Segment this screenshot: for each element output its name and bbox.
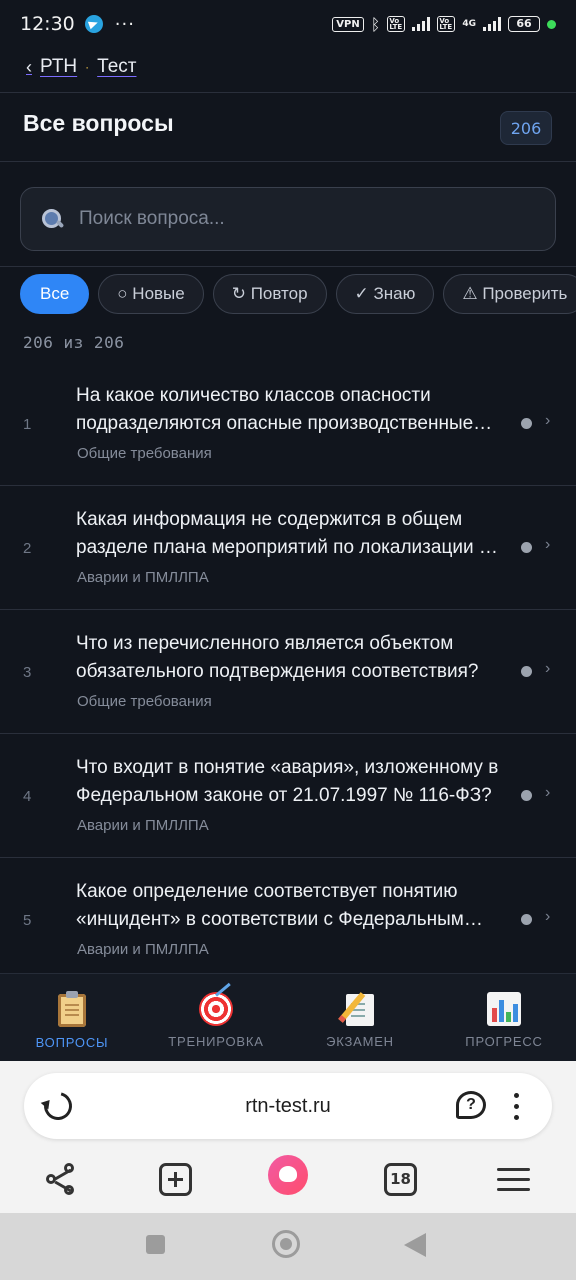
nav-label: ТРЕНИРОВКА [168, 1034, 264, 1049]
browser-toolbar: 18 [0, 1153, 576, 1209]
question-number: 1 [23, 415, 32, 433]
memo-icon [346, 994, 374, 1026]
question-row[interactable]: 2 Какая информация не содержится в общем… [0, 486, 576, 610]
target-icon [199, 992, 233, 1026]
tabs-count-icon[interactable]: 18 [384, 1163, 417, 1196]
share-icon[interactable] [46, 1163, 78, 1195]
signal-icon [412, 17, 431, 31]
volte-icon: Vo LTE [387, 16, 406, 32]
question-number: 4 [23, 787, 32, 805]
nav-exam[interactable]: ЭКЗАМЕН [288, 974, 432, 1061]
question-row[interactable]: 1 На какое количество классов опасности … [0, 362, 576, 486]
question-category: Аварии и ПМЛЛПА [77, 941, 209, 958]
filter-chips: Все ○ Новые ↻ Повтор ✓ Знаю ⚠ Проверить [20, 274, 576, 314]
breadcrumb-separator: · [85, 60, 90, 74]
filter-new-chip[interactable]: ○ Новые [98, 274, 204, 314]
new-tab-icon[interactable] [159, 1163, 192, 1196]
ai-assistant-icon[interactable]: ? [456, 1091, 486, 1119]
divider [0, 161, 576, 162]
status-dot-icon [521, 790, 532, 801]
question-text: Какое определение соответствует понятию … [76, 881, 464, 930]
nav-questions[interactable]: ВОПРОСЫ [0, 974, 144, 1061]
status-dot-icon [521, 542, 532, 553]
question-number: 3 [23, 663, 32, 681]
vpn-icon: VPN [332, 16, 364, 32]
breadcrumb-parent-link[interactable]: РТН [40, 56, 77, 78]
question-text: Что из перечисленного является объектом … [76, 633, 479, 682]
nav-progress[interactable]: ПРОГРЕСС [432, 974, 576, 1061]
question-row[interactable]: 4 Что входит в понятие «авария», изложен… [0, 734, 576, 858]
system-nav-bar [0, 1213, 576, 1280]
bluetooth-icon: ᛒ [370, 14, 381, 34]
chevron-right-icon: › [545, 412, 551, 429]
hamburger-menu-icon[interactable] [497, 1168, 530, 1192]
question-number: 5 [23, 911, 32, 929]
question-category: Общие требования [77, 693, 212, 710]
signal-icon-2 [483, 17, 501, 31]
status-dot-icon [521, 666, 532, 677]
nav-training[interactable]: ТРЕНИРОВКА [144, 974, 288, 1061]
divider [0, 266, 576, 267]
status-icons: VPN ᛒ Vo LTE Vo LTE 4G 66 [332, 15, 556, 34]
browser-chrome: rtn-test.ru ? 18 [0, 1061, 576, 1213]
chevron-right-icon: › [545, 908, 551, 925]
breadcrumb-current-link[interactable]: Тест [97, 56, 136, 78]
address-bar[interactable]: rtn-test.ru ? [24, 1073, 552, 1139]
status-dot-icon [521, 418, 532, 429]
bottom-nav: ВОПРОСЫ ТРЕНИРОВКА ЭКЗАМЕН ПРОГРЕСС [0, 973, 576, 1061]
filter-repeat-chip[interactable]: ↻ Повтор [212, 274, 327, 314]
status-dot-icon [521, 914, 532, 925]
back-chevron-icon[interactable]: ‹ [26, 57, 32, 78]
questions-count-badge: 206 [500, 111, 552, 145]
status-bar: 12:30 ··· VPN ᛒ Vo LTE Vo LTE 4G 66 [0, 0, 576, 48]
clipboard-icon [58, 991, 86, 1027]
filter-all-chip[interactable]: Все [20, 274, 90, 314]
question-text: Какая информация не содержится в общем р… [76, 509, 490, 558]
question-list: 1 На какое количество классов опасности … [0, 362, 576, 982]
search-icon [41, 208, 63, 230]
battery-icon: 66 [508, 16, 540, 32]
nav-label: ВОПРОСЫ [35, 1035, 109, 1050]
chevron-right-icon: › [545, 660, 551, 677]
alice-assistant-icon[interactable] [268, 1155, 308, 1195]
volte-icon-2: Vo LTE [437, 16, 456, 32]
breadcrumb: ‹ РТН · Тест [26, 52, 136, 82]
nav-label: ПРОГРЕСС [465, 1034, 543, 1049]
chevron-right-icon: › [545, 536, 551, 553]
question-row[interactable]: 3 Что из перечисленного является объекто… [0, 610, 576, 734]
filter-check-chip[interactable]: ⚠ Проверить [443, 274, 576, 314]
divider [0, 92, 576, 93]
question-text: На какое количество классов опасности по… [76, 385, 474, 434]
page-title: Все вопросы [23, 110, 174, 136]
more-menu-icon[interactable] [514, 1093, 520, 1121]
question-text: Что входит в понятие «авария», изложенно… [76, 757, 499, 806]
home-icon[interactable] [272, 1230, 300, 1258]
filter-result-count: 206 из 206 [23, 333, 125, 352]
bar-chart-icon [487, 992, 521, 1026]
recents-icon[interactable] [146, 1235, 165, 1254]
status-time: 12:30 [20, 13, 75, 35]
telegram-icon [84, 15, 103, 33]
search-box[interactable] [20, 187, 556, 251]
nav-label: ЭКЗАМЕН [326, 1034, 394, 1049]
privacy-indicator-icon [547, 19, 556, 29]
question-category: Аварии и ПМЛЛПА [77, 569, 209, 586]
question-row[interactable]: 5 Какое определение соответствует поняти… [0, 858, 576, 982]
search-input[interactable] [79, 208, 555, 230]
question-category: Общие требования [77, 445, 212, 462]
question-category: Аварии и ПМЛЛПА [77, 817, 209, 834]
network-type: 4G [462, 19, 476, 29]
question-number: 2 [23, 539, 32, 557]
back-icon[interactable] [404, 1233, 426, 1257]
more-notifications-icon: ··· [114, 13, 135, 35]
filter-known-chip[interactable]: ✓ Знаю [335, 274, 435, 314]
chevron-right-icon: › [545, 784, 551, 801]
